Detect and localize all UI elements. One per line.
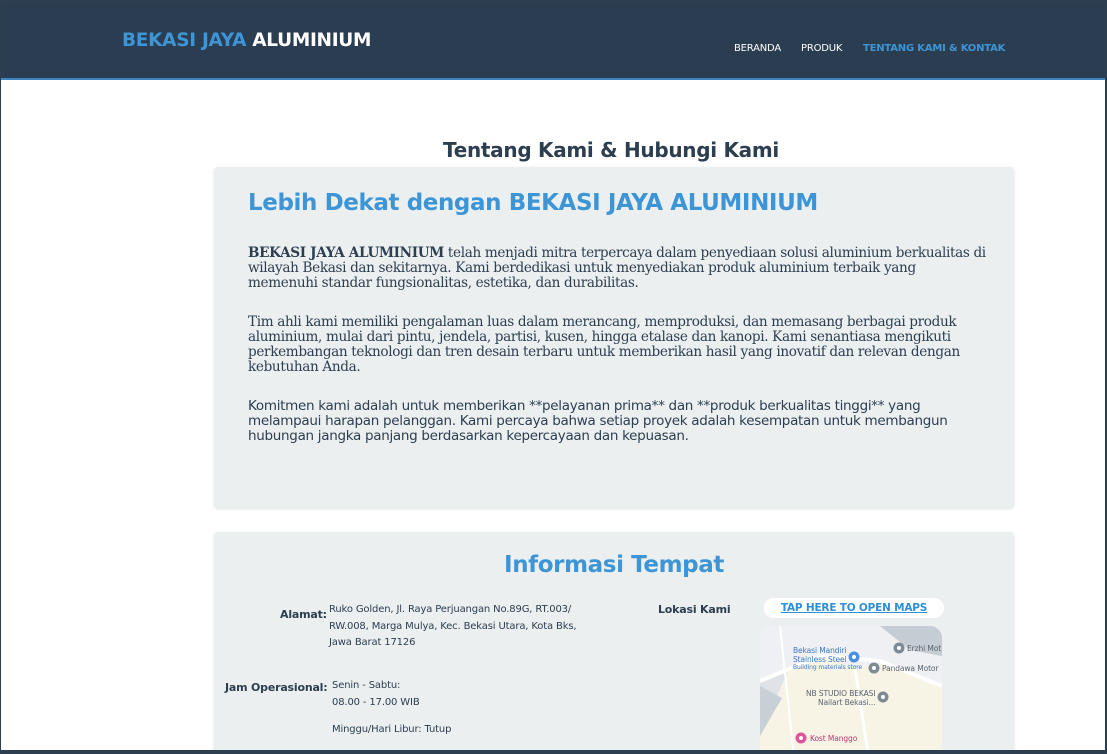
map-pin-icon — [848, 651, 860, 663]
open-maps-button[interactable]: TAP HERE TO OPEN MAPS — [764, 598, 944, 618]
address-line: Jawa Barat 17126 — [329, 637, 416, 648]
page-frame: BEKASI JAYA ALUMINIUM BERANDA PRODUK TEN… — [1, 4, 1105, 750]
map-place-label: Kost Manggo — [810, 734, 858, 743]
hours-label: Jam Operasional: — [225, 681, 328, 694]
nav-item-tentang-kami-kontak[interactable]: TENTANG KAMI & KONTAK — [863, 43, 1005, 54]
about-paragraph-3: Komitmen kami adalah untuk memberikan **… — [248, 398, 948, 444]
address-line: RW.008, Marga Mulya, Kec. Bekasi Utara, … — [329, 620, 577, 632]
site-logo[interactable]: BEKASI JAYA ALUMINIUM — [122, 30, 371, 51]
brand-name-part2: ALUMINIUM — [252, 30, 372, 51]
hours-weekday: Senin - Sabtu: — [332, 680, 401, 691]
nav-item-produk[interactable]: PRODUK — [801, 43, 842, 54]
about-paragraph-1: BEKASI JAYA ALUMINIUM telah menjadi mitr… — [248, 246, 988, 291]
map-pin-icon — [868, 662, 880, 674]
map-pin-icon — [795, 732, 807, 744]
about-paragraph-2: Tim ahli kami memiliki pengalaman luas d… — [248, 314, 960, 375]
hours-weekend: Minggu/Hari Libur: Tutup — [332, 724, 452, 735]
nav-item-beranda[interactable]: BERANDA — [734, 43, 781, 54]
address-line: Ruko Golden, Jl. Raya Perjuangan No.89G,… — [329, 604, 572, 615]
company-name: BEKASI JAYA ALUMINIUM — [248, 245, 444, 261]
location-label: Lokasi Kami — [658, 603, 731, 616]
info-heading: Informasi Tempat — [504, 552, 724, 578]
map-place-label: Pandawa Motor — [882, 664, 939, 673]
map-pin-icon — [893, 642, 905, 654]
about-heading: Lebih Dekat dengan BEKASI JAYA ALUMINIUM — [248, 190, 818, 216]
info-card: Informasi Tempat Alamat: Ruko Golden, Jl… — [214, 532, 1014, 750]
hours-time: 08.00 - 17.00 WIB — [332, 696, 420, 708]
address-label: Alamat: — [280, 608, 327, 621]
hours-value: Senin - Sabtu: 08.00 - 17.00 WIB Minggu/… — [332, 678, 451, 739]
map-embed[interactable]: Bekasi Mandiri Stainless Steel Building … — [760, 626, 942, 750]
site-header: BEKASI JAYA ALUMINIUM BERANDA PRODUK TEN… — [1, 4, 1105, 80]
map-text: Nailart Bekasi... — [818, 697, 876, 707]
map-pin-icon — [877, 691, 889, 703]
address-value: Ruko Golden, Jl. Raya Perjuangan No.89G,… — [329, 602, 577, 652]
about-card: Lebih Dekat dengan BEKASI JAYA ALUMINIUM… — [214, 167, 1014, 508]
brand-name-part1: BEKASI JAYA — [122, 30, 247, 51]
page-title: Tentang Kami & Hubungi Kami — [443, 138, 779, 162]
map-place-label: Erzhi Mot — [907, 644, 942, 653]
map-place-label: NB STUDIO BEKASI Nailart Bekasi... — [806, 689, 876, 707]
map-text: Building materials store — [793, 664, 863, 671]
